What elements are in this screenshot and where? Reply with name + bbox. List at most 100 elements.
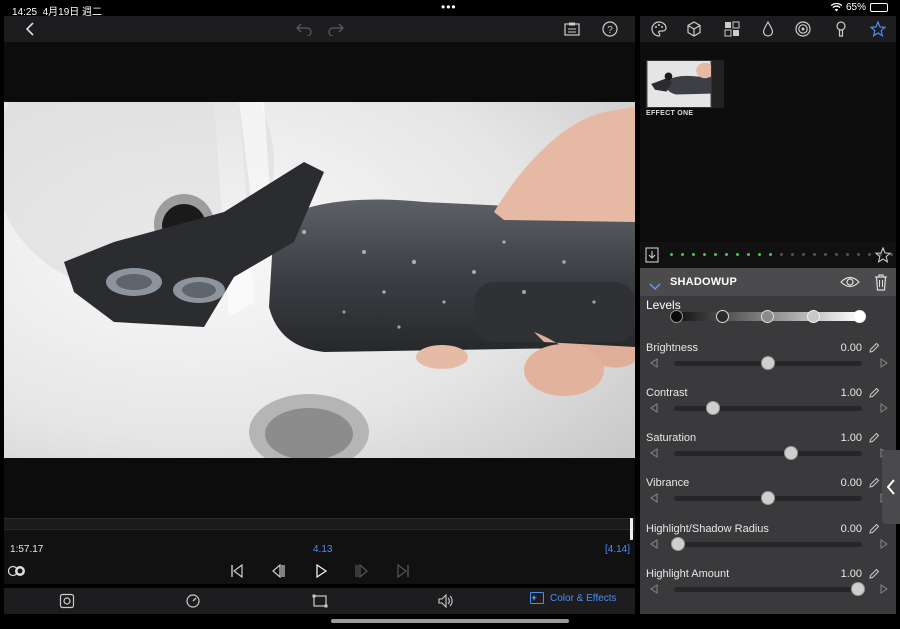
favorite-star-icon[interactable]	[874, 246, 892, 268]
parameter-slider-track[interactable]	[674, 587, 862, 592]
color-effects-label: Color & Effects	[550, 592, 617, 604]
clipboard-icon[interactable]	[562, 19, 582, 39]
import-effect-icon[interactable]	[645, 247, 659, 268]
cube-icon[interactable]	[684, 19, 704, 39]
parameter-value[interactable]: 0.00	[841, 477, 862, 489]
effect-parameters-panel: SHADOWUP Levels Brightness 0.00 Contrast 1.…	[640, 268, 896, 614]
droplet-icon[interactable]	[758, 19, 778, 39]
parameter-name: Vibrance	[646, 477, 690, 489]
crop-settings-icon[interactable]	[58, 592, 76, 610]
preview-frame	[4, 102, 635, 458]
transform-icon[interactable]	[311, 592, 329, 610]
parameter-value[interactable]: 1.00	[841, 387, 862, 399]
parameter-name: Highlight/Shadow Radius	[646, 523, 769, 535]
wifi-icon	[830, 3, 842, 12]
decrement-arrow-icon[interactable]	[650, 403, 658, 413]
pencil-icon[interactable]	[868, 432, 880, 444]
pencil-icon[interactable]	[868, 523, 880, 535]
grid-icon[interactable]	[722, 19, 742, 39]
parameter-slider-knob[interactable]	[851, 582, 865, 596]
star-icon[interactable]	[868, 19, 888, 39]
parameter-slider-knob[interactable]	[761, 491, 775, 505]
increment-arrow-icon[interactable]	[880, 584, 888, 594]
parameter-slider-knob[interactable]	[671, 537, 685, 551]
playhead[interactable]	[630, 518, 633, 540]
undo-icon[interactable]	[294, 19, 314, 39]
timeline-center-value[interactable]: 4.13	[313, 544, 332, 555]
collapse-chevron-icon[interactable]	[649, 278, 661, 296]
palette-icon[interactable]	[649, 19, 669, 39]
chevron-left-icon	[887, 479, 895, 495]
keyhole-icon[interactable]	[831, 19, 851, 39]
parameter-name: Saturation	[646, 432, 697, 444]
meter-dot	[714, 253, 717, 256]
help-icon[interactable]: ?	[600, 19, 620, 39]
color-effects-tab[interactable]: Color & Effects	[530, 592, 617, 604]
decrement-arrow-icon[interactable]	[650, 358, 658, 368]
panel-collapse-handle[interactable]	[882, 450, 900, 524]
loop-toggle-icon[interactable]	[8, 562, 26, 580]
color-effects-icon	[530, 592, 544, 604]
effect-stack-bar	[640, 242, 896, 268]
status-right: 65%	[830, 2, 888, 13]
battery-icon	[870, 3, 888, 12]
previous-frame-icon[interactable]	[269, 562, 287, 580]
levels-white-point[interactable]	[853, 310, 866, 323]
effect-thumbnail[interactable]	[646, 60, 712, 108]
parameter-value[interactable]: 0.00	[841, 523, 862, 535]
effect-header[interactable]: SHADOWUP	[640, 268, 896, 296]
effect-level-meter	[670, 253, 900, 256]
meter-dot	[725, 253, 728, 256]
back-chevron-icon[interactable]	[20, 19, 40, 39]
meter-dot	[868, 253, 871, 256]
delete-trash-icon[interactable]	[874, 273, 888, 296]
meter-dot	[769, 253, 772, 256]
home-indicator[interactable]	[331, 619, 569, 623]
next-frame-icon[interactable]	[353, 562, 371, 580]
parameter-slider-track[interactable]	[674, 451, 862, 456]
pencil-icon[interactable]	[868, 568, 880, 580]
parameter-slider-knob[interactable]	[706, 401, 720, 415]
pencil-icon[interactable]	[868, 477, 880, 489]
increment-arrow-icon[interactable]	[880, 358, 888, 368]
parameter-value[interactable]: 1.00	[841, 432, 862, 444]
levels-black-point[interactable]	[670, 310, 683, 323]
meter-dot	[835, 253, 838, 256]
visibility-eye-icon[interactable]	[840, 275, 860, 294]
video-preview[interactable]	[4, 42, 635, 518]
skip-to-start-icon[interactable]	[228, 562, 246, 580]
meter-dot	[670, 253, 673, 256]
parameter-slider-track[interactable]	[674, 542, 862, 547]
parameter-row: Vibrance 0.00	[640, 477, 896, 521]
audio-icon[interactable]	[437, 592, 455, 610]
decrement-arrow-icon[interactable]	[650, 493, 658, 503]
spiral-icon[interactable]	[793, 19, 813, 39]
increment-arrow-icon[interactable]	[880, 403, 888, 413]
parameter-value[interactable]: 1.00	[841, 568, 862, 580]
skip-to-end-icon[interactable]	[394, 562, 412, 580]
parameter-slider-track[interactable]	[674, 406, 862, 411]
speed-icon[interactable]	[184, 592, 202, 610]
levels-midpoint[interactable]	[761, 310, 774, 323]
play-icon[interactable]	[312, 562, 330, 580]
parameter-slider-knob[interactable]	[784, 446, 798, 460]
redo-icon[interactable]	[326, 19, 346, 39]
levels-input-high[interactable]	[807, 310, 820, 323]
levels-input-low[interactable]	[716, 310, 729, 323]
parameter-value[interactable]: 0.00	[841, 342, 862, 354]
effects-browser: EFFECT ONE	[640, 42, 896, 242]
pencil-icon[interactable]	[868, 387, 880, 399]
timeline-right-value[interactable]: [4.14]	[605, 544, 630, 555]
timeline-track[interactable]	[4, 518, 635, 530]
parameter-slider-knob[interactable]	[761, 356, 775, 370]
decrement-arrow-icon[interactable]	[650, 539, 658, 549]
pencil-icon[interactable]	[868, 342, 880, 354]
decrement-arrow-icon[interactable]	[650, 448, 658, 458]
meter-dot	[846, 253, 849, 256]
multitasking-dots[interactable]: •••	[441, 0, 457, 14]
top-toolbar: ?	[4, 16, 635, 42]
increment-arrow-icon[interactable]	[880, 539, 888, 549]
status-bar: 14:25 4月19日 週二 ••• 65%	[0, 0, 900, 18]
decrement-arrow-icon[interactable]	[650, 584, 658, 594]
meter-dot	[747, 253, 750, 256]
